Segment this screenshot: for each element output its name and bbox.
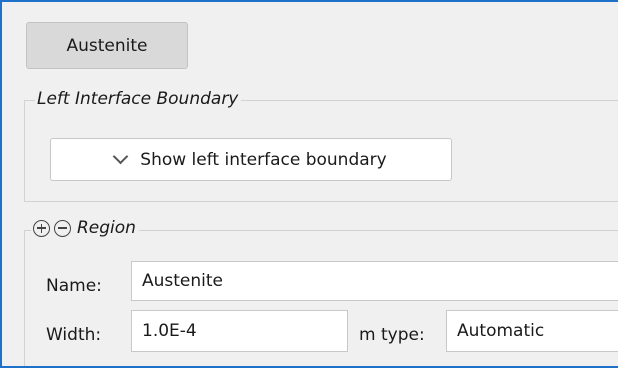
type-select[interactable]: Automatic — [446, 310, 618, 352]
width-label: Width: — [46, 325, 102, 345]
left-interface-boundary-legend: Left Interface Boundary — [35, 89, 242, 109]
circle-minus-icon[interactable] — [54, 219, 71, 237]
region-legend-label: Region — [77, 218, 136, 238]
width-input[interactable]: 1.0E-4 — [131, 310, 348, 352]
show-left-interface-boundary-label: Show left interface boundary — [140, 149, 387, 170]
show-left-interface-boundary-button[interactable]: Show left interface boundary — [50, 138, 452, 181]
chevron-down-icon — [113, 148, 129, 165]
austenite-tab-button[interactable]: Austenite — [26, 22, 188, 69]
name-label: Name: — [46, 276, 102, 296]
width-input-value: 1.0E-4 — [142, 321, 197, 341]
name-input[interactable]: Austenite — [131, 261, 618, 301]
type-select-value: Automatic — [457, 321, 545, 341]
panel-frame: Austenite Left Interface Boundary Show l… — [0, 0, 618, 368]
circle-plus-icon[interactable] — [33, 219, 50, 237]
austenite-tab-label: Austenite — [66, 35, 148, 56]
name-input-value: Austenite — [142, 271, 224, 291]
region-legend: Region — [31, 218, 139, 238]
type-label: m type: — [359, 325, 425, 345]
